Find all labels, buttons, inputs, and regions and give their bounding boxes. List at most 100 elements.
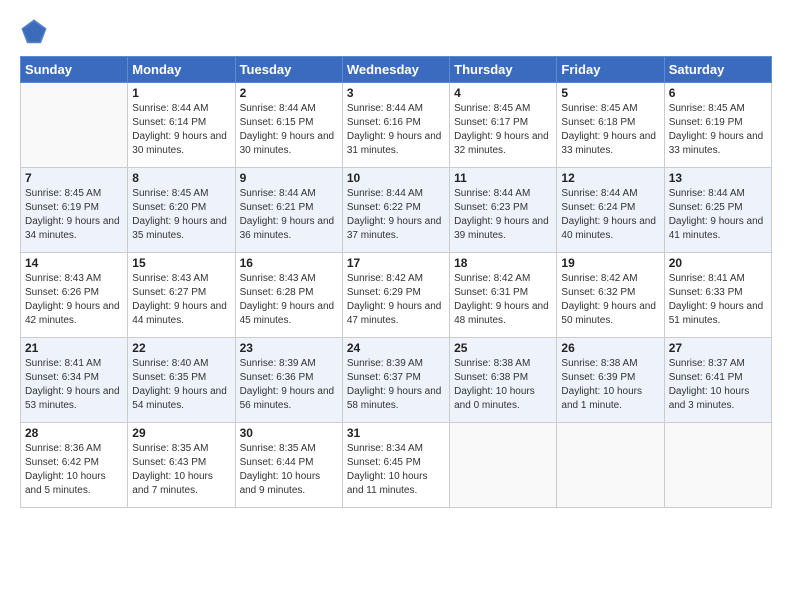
weekday-header: Friday — [557, 57, 664, 83]
day-number: 19 — [561, 256, 659, 270]
day-number: 3 — [347, 86, 445, 100]
day-info: Sunrise: 8:35 AMSunset: 6:43 PMDaylight:… — [132, 442, 230, 498]
calendar-week-row: 21 Sunrise: 8:41 AMSunset: 6:34 PMDayligh… — [21, 338, 772, 423]
calendar-cell: 15 Sunrise: 8:43 AMSunset: 6:27 PMDayligh… — [128, 253, 235, 338]
calendar-cell: 7Sunrise: 8:45 AMSunset: 6:19 PMDaylight… — [21, 168, 128, 253]
calendar-cell: 20Sunrise: 8:41 AMSunset: 6:33 PMDayligh… — [664, 253, 771, 338]
day-number: 17 — [347, 256, 445, 270]
day-number: 23 — [240, 341, 338, 355]
page-header — [20, 18, 772, 46]
calendar-cell: 30 Sunrise: 8:35 AMSunset: 6:44 PMDayligh… — [235, 423, 342, 508]
calendar-cell: 2 Sunrise: 8:44 AMSunset: 6:15 PMDaylight… — [235, 83, 342, 168]
day-info: Sunrise: 8:35 AMSunset: 6:44 PMDaylight:… — [240, 442, 338, 498]
day-number: 11 — [454, 171, 552, 185]
day-number: 15 — [132, 256, 230, 270]
day-number: 7 — [25, 171, 123, 185]
calendar-cell — [557, 423, 664, 508]
weekday-header: Wednesday — [342, 57, 449, 83]
day-info: Sunrise: 8:44 AMSunset: 6:16 PMDaylight:… — [347, 102, 445, 158]
day-number: 30 — [240, 426, 338, 440]
calendar-cell: 26Sunrise: 8:38 AMSunset: 6:39 PMDayligh… — [557, 338, 664, 423]
calendar-week-row: 1Sunrise: 8:44 AMSunset: 6:14 PMDaylight… — [21, 83, 772, 168]
calendar-cell: 27 Sunrise: 8:37 AMSunset: 6:41 PMDayligh… — [664, 338, 771, 423]
day-info: Sunrise: 8:39 AMSunset: 6:37 PMDaylight:… — [347, 357, 445, 413]
day-number: 14 — [25, 256, 123, 270]
calendar-cell: 16 Sunrise: 8:43 AMSunset: 6:28 PMDayligh… — [235, 253, 342, 338]
day-info: Sunrise: 8:45 AMSunset: 6:17 PMDaylight:… — [454, 102, 552, 158]
day-number: 25 — [454, 341, 552, 355]
calendar-cell: 17 Sunrise: 8:42 AMSunset: 6:29 PMDayligh… — [342, 253, 449, 338]
day-number: 31 — [347, 426, 445, 440]
logo — [20, 18, 52, 46]
calendar-week-row: 7Sunrise: 8:45 AMSunset: 6:19 PMDaylight… — [21, 168, 772, 253]
calendar-cell: 8 Sunrise: 8:45 AMSunset: 6:20 PMDaylight… — [128, 168, 235, 253]
day-info: Sunrise: 8:37 AMSunset: 6:41 PMDaylight:… — [669, 357, 767, 413]
weekday-header: Monday — [128, 57, 235, 83]
calendar-cell: 28 Sunrise: 8:36 AMSunset: 6:42 PMDayligh… — [21, 423, 128, 508]
calendar-cell: 12 Sunrise: 8:44 AMSunset: 6:24 PMDayligh… — [557, 168, 664, 253]
day-info: Sunrise: 8:39 AMSunset: 6:36 PMDaylight:… — [240, 357, 338, 413]
day-info: Sunrise: 8:43 AMSunset: 6:27 PMDaylight:… — [132, 272, 230, 328]
day-info: Sunrise: 8:44 AMSunset: 6:22 PMDaylight:… — [347, 187, 445, 243]
day-info: Sunrise: 8:45 AMSunset: 6:18 PMDaylight:… — [561, 102, 659, 158]
calendar-cell: 4Sunrise: 8:45 AMSunset: 6:17 PMDaylight… — [450, 83, 557, 168]
day-info: Sunrise: 8:36 AMSunset: 6:42 PMDaylight:… — [25, 442, 123, 498]
weekday-header: Sunday — [21, 57, 128, 83]
day-info: Sunrise: 8:44 AMSunset: 6:21 PMDaylight:… — [240, 187, 338, 243]
calendar-cell: 19 Sunrise: 8:42 AMSunset: 6:32 PMDayligh… — [557, 253, 664, 338]
day-info: Sunrise: 8:42 AMSunset: 6:32 PMDaylight:… — [561, 272, 659, 328]
calendar-cell: 9 Sunrise: 8:44 AMSunset: 6:21 PMDaylight… — [235, 168, 342, 253]
day-info: Sunrise: 8:44 AMSunset: 6:14 PMDaylight:… — [132, 102, 230, 158]
day-info: Sunrise: 8:42 AMSunset: 6:29 PMDaylight:… — [347, 272, 445, 328]
calendar-week-row: 28 Sunrise: 8:36 AMSunset: 6:42 PMDayligh… — [21, 423, 772, 508]
day-number: 29 — [132, 426, 230, 440]
calendar-cell: 5 Sunrise: 8:45 AMSunset: 6:18 PMDaylight… — [557, 83, 664, 168]
calendar-cell: 1Sunrise: 8:44 AMSunset: 6:14 PMDaylight… — [128, 83, 235, 168]
day-info: Sunrise: 8:43 AMSunset: 6:28 PMDaylight:… — [240, 272, 338, 328]
day-number: 13 — [669, 171, 767, 185]
weekday-header: Tuesday — [235, 57, 342, 83]
calendar-header-row: SundayMondayTuesdayWednesdayThursdayFrid… — [21, 57, 772, 83]
day-number: 8 — [132, 171, 230, 185]
logo-icon — [20, 18, 48, 46]
day-number: 24 — [347, 341, 445, 355]
day-number: 10 — [347, 171, 445, 185]
day-info: Sunrise: 8:34 AMSunset: 6:45 PMDaylight:… — [347, 442, 445, 498]
calendar-cell: 21 Sunrise: 8:41 AMSunset: 6:34 PMDayligh… — [21, 338, 128, 423]
day-number: 5 — [561, 86, 659, 100]
calendar-cell: 10 Sunrise: 8:44 AMSunset: 6:22 PMDayligh… — [342, 168, 449, 253]
calendar-cell: 3 Sunrise: 8:44 AMSunset: 6:16 PMDaylight… — [342, 83, 449, 168]
day-number: 2 — [240, 86, 338, 100]
day-info: Sunrise: 8:40 AMSunset: 6:35 PMDaylight:… — [132, 357, 230, 413]
day-number: 12 — [561, 171, 659, 185]
day-info: Sunrise: 8:41 AMSunset: 6:34 PMDaylight:… — [25, 357, 123, 413]
day-number: 18 — [454, 256, 552, 270]
calendar-cell: 31 Sunrise: 8:34 AMSunset: 6:45 PMDayligh… — [342, 423, 449, 508]
calendar-cell: 25Sunrise: 8:38 AMSunset: 6:38 PMDayligh… — [450, 338, 557, 423]
calendar-cell: 6 Sunrise: 8:45 AMSunset: 6:19 PMDaylight… — [664, 83, 771, 168]
day-info: Sunrise: 8:42 AMSunset: 6:31 PMDaylight:… — [454, 272, 552, 328]
calendar-cell: 23 Sunrise: 8:39 AMSunset: 6:36 PMDayligh… — [235, 338, 342, 423]
day-number: 26 — [561, 341, 659, 355]
weekday-header: Thursday — [450, 57, 557, 83]
day-number: 21 — [25, 341, 123, 355]
day-info: Sunrise: 8:45 AMSunset: 6:19 PMDaylight:… — [669, 102, 767, 158]
day-number: 27 — [669, 341, 767, 355]
calendar-cell — [664, 423, 771, 508]
day-info: Sunrise: 8:44 AMSunset: 6:25 PMDaylight:… — [669, 187, 767, 243]
day-number: 6 — [669, 86, 767, 100]
weekday-header: Saturday — [664, 57, 771, 83]
day-number: 9 — [240, 171, 338, 185]
day-info: Sunrise: 8:43 AMSunset: 6:26 PMDaylight:… — [25, 272, 123, 328]
day-info: Sunrise: 8:45 AMSunset: 6:20 PMDaylight:… — [132, 187, 230, 243]
calendar-cell: 22 Sunrise: 8:40 AMSunset: 6:35 PMDayligh… — [128, 338, 235, 423]
calendar-cell: 11Sunrise: 8:44 AMSunset: 6:23 PMDayligh… — [450, 168, 557, 253]
day-number: 22 — [132, 341, 230, 355]
day-info: Sunrise: 8:44 AMSunset: 6:15 PMDaylight:… — [240, 102, 338, 158]
day-number: 16 — [240, 256, 338, 270]
calendar-table: SundayMondayTuesdayWednesdayThursdayFrid… — [20, 56, 772, 508]
day-number: 28 — [25, 426, 123, 440]
calendar-cell: 18 Sunrise: 8:42 AMSunset: 6:31 PMDayligh… — [450, 253, 557, 338]
calendar-week-row: 14 Sunrise: 8:43 AMSunset: 6:26 PMDayligh… — [21, 253, 772, 338]
day-info: Sunrise: 8:44 AMSunset: 6:24 PMDaylight:… — [561, 187, 659, 243]
